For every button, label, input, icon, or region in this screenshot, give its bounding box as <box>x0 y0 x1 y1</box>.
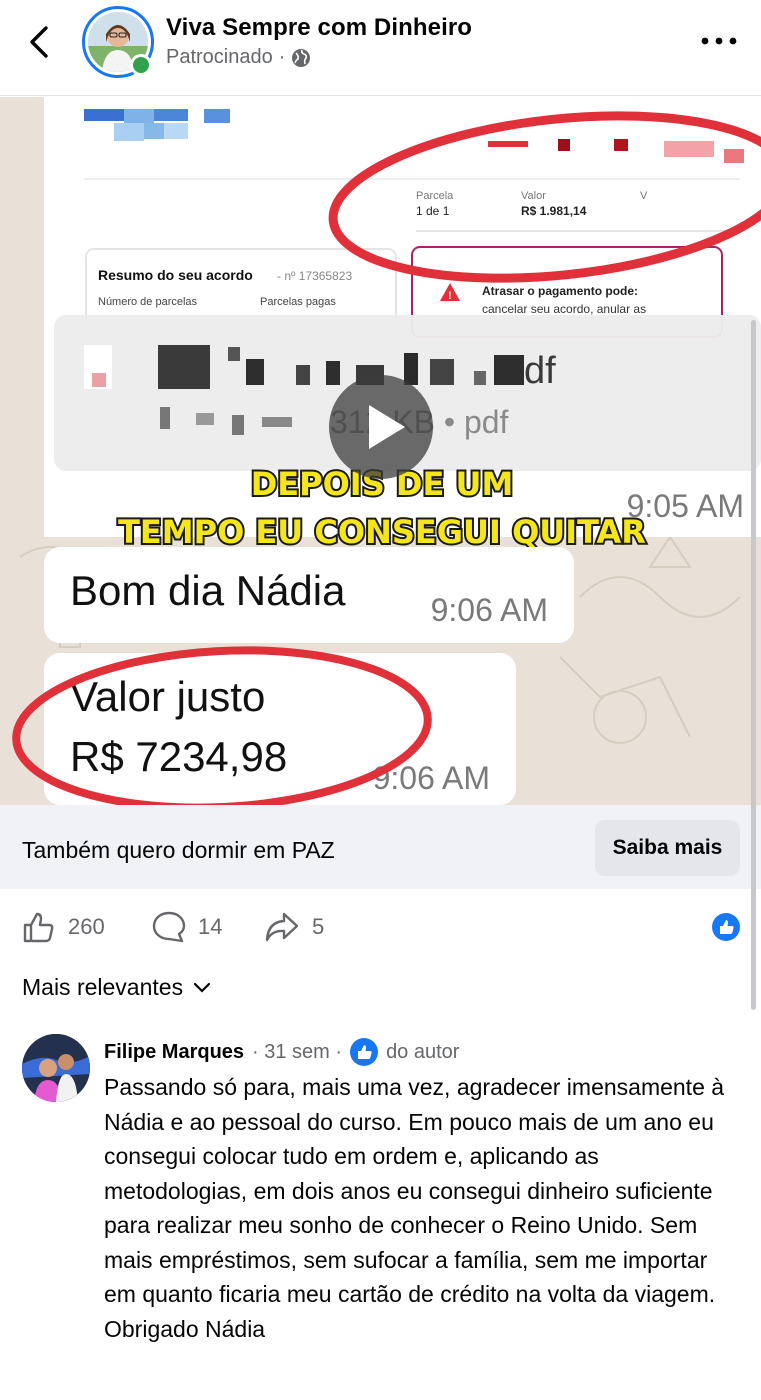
page-name[interactable]: Viva Sempre com Dinheiro <box>166 14 472 42</box>
caption-line-2: TEMPO EU CONSEGUI QUITAR <box>118 513 646 551</box>
message-valor-amount: R$ 7234,98 <box>70 733 287 780</box>
comment-body: Passando só para, mais uma vez, agradece… <box>104 1074 725 1342</box>
scrollbar[interactable] <box>751 320 756 1010</box>
cta-headline: Também quero dormir em PAZ <box>22 837 335 863</box>
doc-resumo-title: Resumo do seu acordo <box>98 267 253 283</box>
like-count: 260 <box>68 914 105 939</box>
comment-sort-dropdown[interactable]: Mais relevantes <box>22 974 211 1001</box>
learn-more-button[interactable]: Saiba mais <box>595 820 740 876</box>
globe-icon <box>292 48 311 67</box>
post-header: Viva Sempre com Dinheiro Patrocinado · <box>0 0 761 96</box>
author-like-icon <box>350 1038 379 1066</box>
like-action[interactable]: 260 <box>22 910 105 944</box>
doc-col-parcela: Parcela <box>416 190 454 202</box>
doc-atrasar-text: cancelar seu acordo, anular as <box>482 302 646 316</box>
share-count: 5 <box>312 914 325 939</box>
commenter-name[interactable]: Filipe Marques <box>104 1041 244 1064</box>
doc-parcela-value: 1 de 1 <box>416 204 450 218</box>
file-ext-partial: df <box>524 350 556 392</box>
separator-dot: · <box>278 46 286 68</box>
doc-valor-value: R$ 1.981,14 <box>521 204 587 218</box>
message-bom-dia: Bom dia Nádia <box>70 567 346 614</box>
online-status-dot <box>130 54 152 76</box>
more-dots-icon[interactable] <box>699 30 739 52</box>
doc-parcelas-pagas: Parcelas pagas <box>260 296 336 308</box>
doc-num-parcelas: Número de parcelas <box>98 296 198 308</box>
message-time-2: 9:06 AM <box>431 592 548 628</box>
chevron-down-icon <box>193 982 211 993</box>
message-valor-justo: Valor justo <box>70 673 265 720</box>
commenter-avatar[interactable] <box>22 1034 90 1102</box>
doc-col-v: V <box>640 190 648 202</box>
comment-time: · 31 sem · <box>252 1040 343 1063</box>
comment-meta: Filipe Marques · 31 sem · do autor <box>104 1038 459 1066</box>
comment-action[interactable]: 14 <box>152 910 222 944</box>
engagement-row: 260 14 5 <box>0 900 761 960</box>
doc-resumo-number: - nº 17365823 <box>277 269 352 283</box>
sort-label: Mais relevantes <box>22 974 184 1000</box>
doc-atrasar-title: Atrasar o pagamento pode: <box>482 284 638 298</box>
comment-count: 14 <box>198 914 223 939</box>
back-arrow-icon[interactable] <box>22 22 58 62</box>
svg-text:!: ! <box>448 290 452 302</box>
doc-col-valor: Valor <box>521 190 546 202</box>
like-icon <box>23 912 54 943</box>
like-badge-icon <box>712 913 740 941</box>
play-icon[interactable] <box>329 375 433 479</box>
sponsored-label: Patrocinado · <box>166 46 311 69</box>
sponsored-text: Patrocinado <box>166 46 273 68</box>
ad-video[interactable]: Parcela Valor V 1 de 1 R$ 1.981,14 Resum… <box>0 97 761 805</box>
share-action[interactable]: 5 <box>264 910 324 944</box>
author-badge-label: do autor <box>386 1040 460 1063</box>
share-icon <box>265 912 299 942</box>
comment-icon <box>152 911 186 943</box>
